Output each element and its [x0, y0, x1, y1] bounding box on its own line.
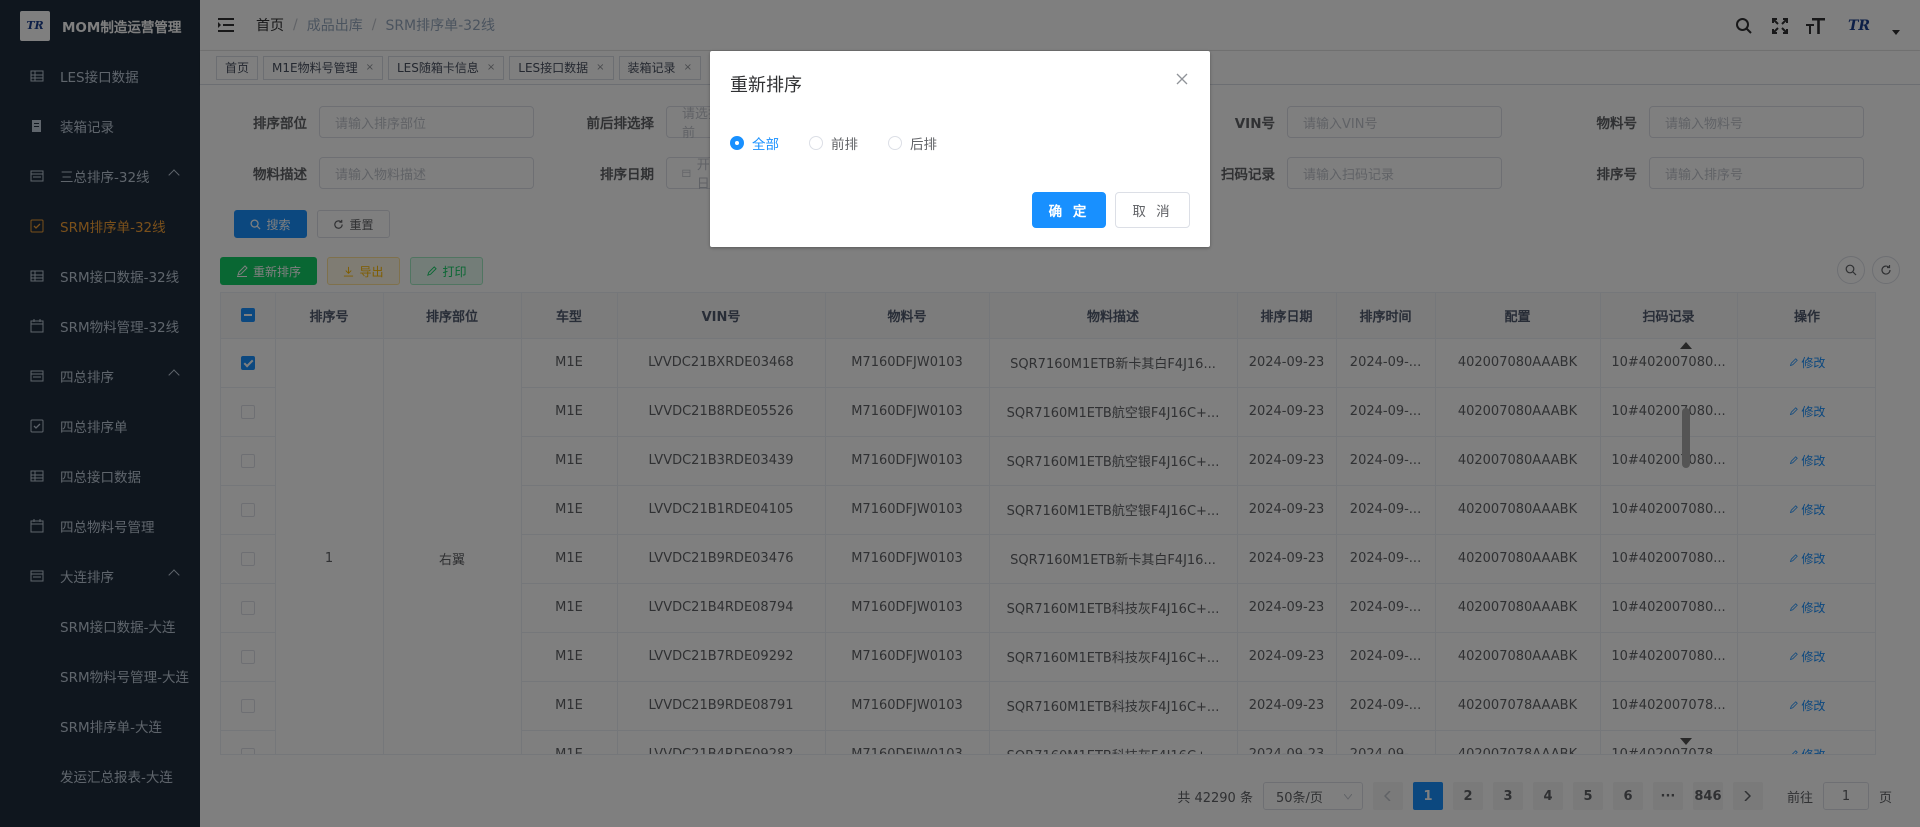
dialog-title: 重新排序 [730, 75, 802, 96]
close-icon[interactable] [1174, 71, 1190, 87]
cancel-button[interactable]: 取 消 [1115, 192, 1190, 228]
radio-option[interactable]: 全部 [730, 133, 779, 153]
radio-option[interactable]: 前排 [809, 133, 858, 153]
radio-label: 全部 [752, 137, 779, 153]
radio-label: 前排 [831, 137, 858, 153]
position-radio-group: 全部 前排 后排 [730, 133, 937, 153]
radio-circle[interactable] [809, 136, 823, 150]
radio-option[interactable]: 后排 [888, 133, 937, 153]
radio-circle[interactable] [730, 136, 744, 150]
radio-label: 后排 [910, 137, 937, 153]
radio-circle[interactable] [888, 136, 902, 150]
resort-dialog: 重新排序 全部 前排 后排 确 定 取 消 [710, 51, 1210, 247]
confirm-button[interactable]: 确 定 [1032, 192, 1106, 228]
